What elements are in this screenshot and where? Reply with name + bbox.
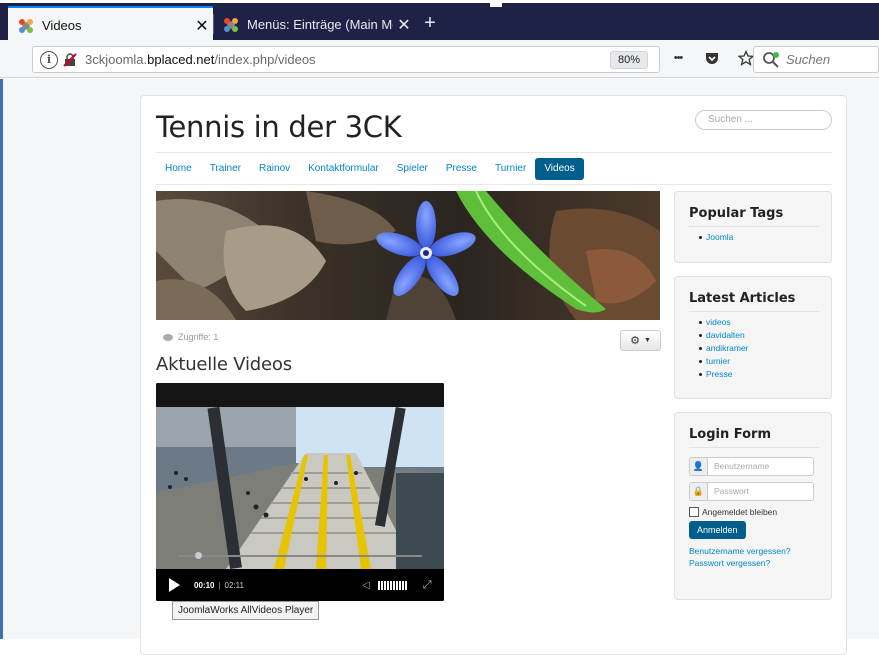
- module-divider: [689, 311, 819, 312]
- module-divider: [689, 226, 819, 227]
- url-prefix: 3ckjoomla.: [85, 52, 148, 67]
- article-link[interactable]: Presse: [699, 368, 831, 381]
- tab-title: Videos: [42, 18, 82, 33]
- latest-articles-module: Latest Articles videos davidalten andikr…: [674, 276, 832, 399]
- site-container: Tennis in der 3CK Suchen ... Home Traine…: [140, 95, 847, 655]
- volume-slider[interactable]: [377, 580, 407, 590]
- video-controls: 00:10 | 02:11 ◁ ⤢: [156, 552, 444, 601]
- forgot-password-link[interactable]: Passwort vergessen?: [689, 557, 831, 569]
- tag-link[interactable]: Joomla: [699, 231, 831, 244]
- article-hits: Zugriffe: 1: [163, 332, 218, 342]
- popular-tags-module: Popular Tags Joomla: [674, 191, 832, 263]
- forgot-username-link[interactable]: Benutzername vergessen?: [689, 545, 831, 557]
- search-engine-icon: [762, 51, 780, 69]
- site-title[interactable]: Tennis in der 3CK: [156, 110, 402, 144]
- login-title: Login Form: [689, 427, 771, 442]
- remember-me[interactable]: Angemeldet bleiben: [689, 507, 831, 517]
- username-field[interactable]: 👤 Benutzername: [689, 457, 814, 476]
- tab-close-icon[interactable]: ✕: [191, 16, 213, 36]
- remember-checkbox[interactable]: [689, 507, 699, 517]
- tab-videos[interactable]: Videos ✕: [8, 6, 213, 43]
- browser-search-bar[interactable]: Suchen: [753, 46, 879, 73]
- gear-icon: ⚙: [630, 335, 640, 347]
- video-time-separator: |: [218, 580, 221, 590]
- page-actions-icon[interactable]: •••: [668, 48, 688, 68]
- menu-item-trainer[interactable]: Trainer: [201, 158, 250, 180]
- info-icon[interactable]: i: [40, 50, 58, 69]
- insecure-lock-icon[interactable]: [63, 52, 77, 67]
- article-link[interactable]: videos: [699, 316, 831, 329]
- navigation-toolbar: i 3ckjoomla.bplaced.net/index.php/videos…: [0, 40, 879, 78]
- popular-tags-title: Popular Tags: [689, 206, 784, 221]
- menu-item-rainov[interactable]: Rainov: [250, 158, 299, 180]
- tab-bar: Videos ✕ Menüs: Einträge (Main Menu) - ✕…: [0, 0, 879, 43]
- toolbar-icons: •••: [668, 48, 756, 68]
- play-icon[interactable]: [169, 578, 180, 592]
- titlebar-drag-mark: [490, 3, 502, 7]
- video-player[interactable]: 00:10 | 02:11 ◁ ⤢: [156, 383, 444, 601]
- menu-item-presse[interactable]: Presse: [437, 158, 486, 180]
- volume-icon[interactable]: ◁: [362, 580, 370, 591]
- latest-articles-title: Latest Articles: [689, 291, 796, 306]
- video-progress-bar[interactable]: [178, 552, 422, 559]
- remember-label: Angemeldet bleiben: [702, 507, 778, 517]
- menu-item-kontaktformular[interactable]: Kontaktformular: [299, 158, 388, 180]
- username-placeholder: Benutzername: [714, 461, 770, 471]
- article-link[interactable]: turnier: [699, 355, 831, 368]
- article-title: Aktuelle Videos: [156, 354, 292, 375]
- search-placeholder: Suchen: [786, 52, 831, 67]
- password-field[interactable]: 🔒 Passwort: [689, 482, 814, 501]
- url-host: bplaced.net: [147, 52, 215, 67]
- joomla-icon: [223, 17, 239, 33]
- fullscreen-icon[interactable]: ⤢: [423, 579, 432, 592]
- video-time-total: 02:11: [224, 580, 244, 590]
- menu-item-home[interactable]: Home: [156, 158, 201, 180]
- tab-menus[interactable]: Menüs: Einträge (Main Menu) - ✕: [213, 6, 415, 43]
- url-bar[interactable]: i 3ckjoomla.bplaced.net/index.php/videos…: [32, 46, 660, 73]
- menu-item-turnier[interactable]: Turnier: [486, 158, 535, 180]
- url-text: 3ckjoomla.bplaced.net/index.php/videos: [85, 52, 610, 67]
- popular-tags-list: Joomla: [699, 231, 831, 244]
- main-menu: Home Trainer Rainov Kontaktformular Spie…: [156, 158, 584, 180]
- login-button[interactable]: Anmelden: [689, 521, 746, 539]
- password-placeholder: Passwort: [714, 486, 749, 496]
- site-search-input[interactable]: Suchen ...: [695, 110, 832, 130]
- joomla-icon: [18, 18, 34, 34]
- player-tooltip: JoomlaWorks AllVideos Player: [172, 601, 320, 620]
- page-viewport: Tennis in der 3CK Suchen ... Home Traine…: [0, 79, 879, 655]
- lock-icon: 🔒: [690, 483, 708, 500]
- chevron-down-icon: ▼: [643, 337, 651, 344]
- header-divider: [156, 152, 832, 153]
- url-path: /index.php/videos: [214, 52, 316, 67]
- menu-item-videos[interactable]: Videos: [535, 158, 584, 180]
- tab-close-icon[interactable]: ✕: [393, 15, 415, 35]
- new-tab-button[interactable]: +: [418, 12, 442, 35]
- menu-item-spieler[interactable]: Spieler: [388, 158, 437, 180]
- video-time-current: 00:10: [194, 580, 215, 590]
- article-link[interactable]: andikramer: [699, 342, 831, 355]
- banner-image: [156, 191, 660, 320]
- article-link[interactable]: davidalten: [699, 329, 831, 342]
- menu-divider: [156, 184, 832, 185]
- tab-title: Menüs: Einträge (Main Menu) -: [247, 17, 393, 32]
- pocket-icon[interactable]: [702, 48, 722, 68]
- latest-articles-list: videos davidalten andikramer turnier Pre…: [699, 316, 831, 381]
- eye-icon: [163, 333, 173, 341]
- hits-text: Zugriffe: 1: [178, 332, 219, 342]
- zoom-level[interactable]: 80%: [609, 50, 648, 69]
- article-tools-button[interactable]: ⚙ ▼: [620, 330, 661, 351]
- login-module: Login Form 👤 Benutzername 🔒 Passwort Ang…: [674, 412, 832, 600]
- module-divider: [689, 447, 819, 448]
- user-icon: 👤: [690, 458, 708, 475]
